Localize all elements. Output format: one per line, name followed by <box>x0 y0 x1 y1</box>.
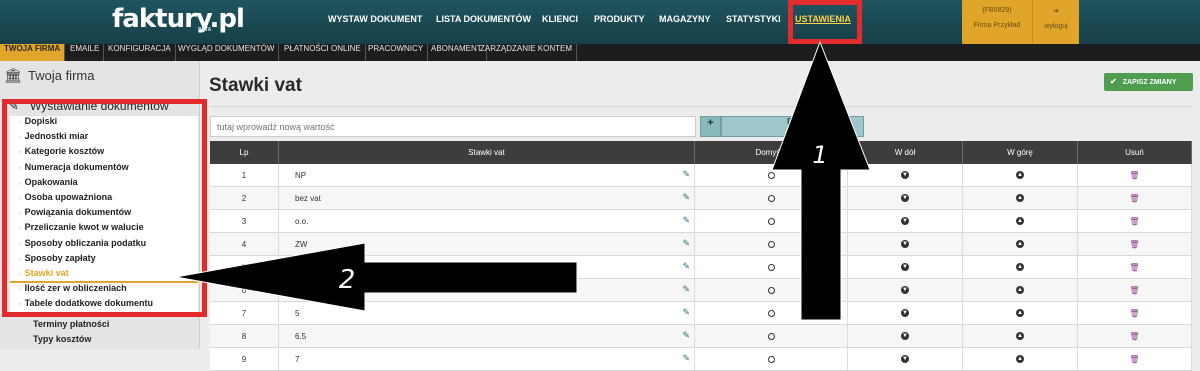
annotation-arrows: 1 2 <box>175 40 871 321</box>
row-vat-name: 7 ✎ <box>279 348 695 370</box>
move-up-icon[interactable]: ▲ <box>1016 355 1024 363</box>
annotation-label-1: 1 <box>812 141 827 169</box>
default-radio-icon[interactable] <box>767 355 775 363</box>
move-down-icon[interactable]: ▼ <box>901 355 909 363</box>
row-up-cell: ▲ <box>963 348 1078 370</box>
row-vat-value: 7 <box>295 354 300 364</box>
trash-icon[interactable]: 🗑 <box>1129 355 1139 364</box>
row-lp: 9 <box>210 348 279 370</box>
row-down-cell: ▼ <box>848 348 963 370</box>
annotation-arrow-2 <box>175 242 578 312</box>
annotation-arrow-1 <box>771 40 871 321</box>
annotation-label-2: 2 <box>339 265 356 295</box>
row-default-cell <box>695 348 848 370</box>
table-row: 9 7 ✎ ▼ ▲ 🗑 <box>210 348 1192 371</box>
row-delete-cell: 🗑 <box>1078 348 1192 370</box>
edit-pencil-icon[interactable]: ✎ <box>682 353 690 364</box>
